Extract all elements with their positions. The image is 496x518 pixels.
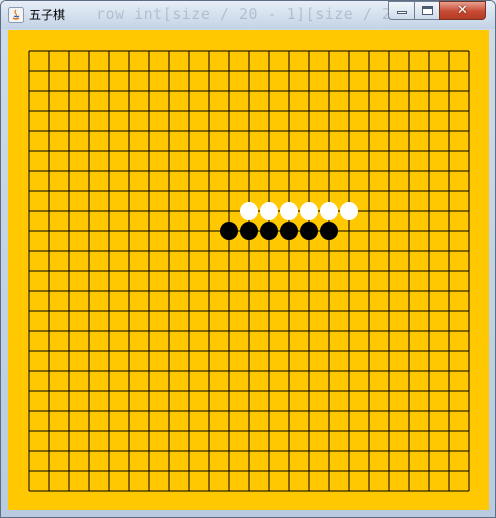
white-stone xyxy=(240,202,258,220)
white-stone xyxy=(300,202,318,220)
black-stone xyxy=(240,222,258,240)
gomoku-board[interactable] xyxy=(8,30,489,510)
black-stone xyxy=(220,222,238,240)
maximize-icon xyxy=(422,6,433,15)
black-stone xyxy=(280,222,298,240)
game-panel[interactable] xyxy=(8,30,489,510)
white-stone xyxy=(260,202,278,220)
background-window-text: row int[size / 20 - 1][size / 20 xyxy=(96,5,401,23)
maximize-button[interactable] xyxy=(414,1,440,20)
app-window: 五子棋 row int[size / 20 - 1][size / 20 ✕ xyxy=(0,0,496,518)
black-stone xyxy=(300,222,318,240)
minimize-icon xyxy=(397,11,407,14)
black-stone xyxy=(260,222,278,240)
title-bar[interactable]: 五子棋 row int[size / 20 - 1][size / 20 ✕ xyxy=(1,1,495,29)
window-title: 五子棋 xyxy=(29,8,66,22)
close-button[interactable]: ✕ xyxy=(439,1,486,20)
white-stone xyxy=(280,202,298,220)
white-stone xyxy=(320,202,338,220)
black-stone xyxy=(320,222,338,240)
close-icon: ✕ xyxy=(457,3,468,18)
java-icon xyxy=(8,7,24,23)
white-stone xyxy=(340,202,358,220)
minimize-button[interactable] xyxy=(388,1,415,20)
